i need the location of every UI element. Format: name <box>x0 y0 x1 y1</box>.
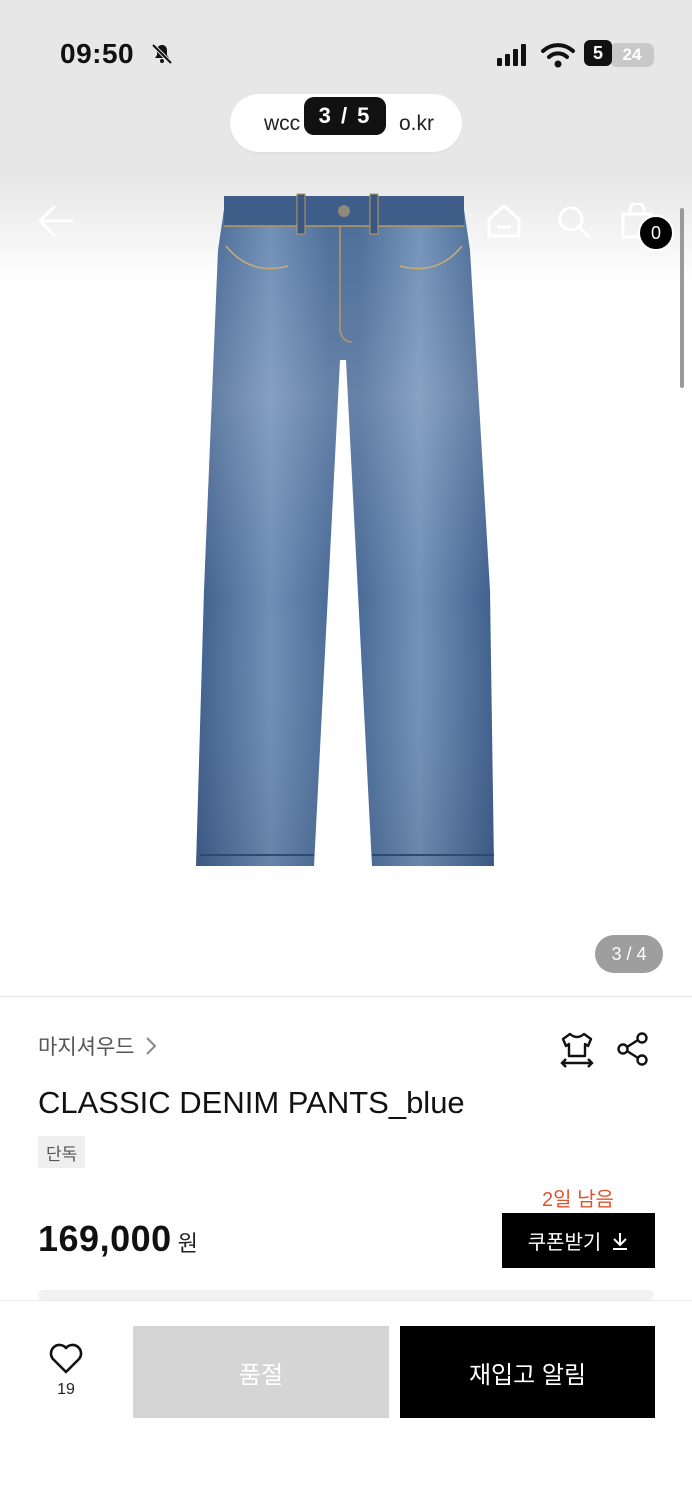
download-icon <box>613 1232 628 1250</box>
home-icon <box>487 204 521 238</box>
cart-count-badge: 0 <box>638 215 674 251</box>
exclusive-tag: 단독 <box>38 1136 86 1168</box>
brand-name: 마지셔우드 <box>38 1036 135 1059</box>
coupon-remaining-text: 2일 남음 <box>542 1189 614 1211</box>
bottom-action-bar: 19 품절 재입고 알림 <box>0 1300 692 1500</box>
share-button[interactable] <box>614 1030 652 1073</box>
bell-off-icon <box>150 42 174 71</box>
home-button[interactable] <box>485 203 523 244</box>
image-counter-badge: 3 / 4 <box>595 935 663 973</box>
coupon-download-button[interactable]: 쿠폰받기 <box>502 1213 655 1268</box>
status-time: 09:50 <box>60 38 135 69</box>
scrollbar[interactable] <box>680 208 684 388</box>
network-badge: 5 <box>584 40 612 66</box>
chevron-right-icon <box>145 1037 157 1055</box>
brand-link[interactable]: 마지셔우드 <box>38 1031 157 1061</box>
product-image-gallery[interactable]: 3 / 4 <box>0 176 692 996</box>
price-unit: 원 <box>177 1231 198 1256</box>
product-title: CLASSIC DENIM PANTS_blue <box>38 1085 465 1120</box>
back-button[interactable] <box>36 203 76 244</box>
page-counter-badge: 3 / 5 <box>304 97 386 135</box>
product-image-jeans <box>196 193 494 866</box>
tshirt-size-icon <box>560 1032 594 1068</box>
url-suffix: o.kr <box>398 112 434 135</box>
price: 169,000 원 <box>38 1218 198 1260</box>
url-prefix: wcc <box>264 112 301 135</box>
divider <box>0 996 692 997</box>
search-icon <box>558 206 591 239</box>
battery-icon: 24 <box>610 43 654 67</box>
search-button[interactable] <box>556 204 592 245</box>
soldout-button[interactable]: 품절 <box>133 1326 389 1418</box>
heart-icon <box>49 1343 83 1374</box>
wishlist-count: 19 <box>57 1381 75 1398</box>
battery-level: 24 <box>622 45 642 64</box>
wifi-icon <box>540 42 576 73</box>
restock-alert-button[interactable]: 재입고 알림 <box>400 1326 655 1418</box>
coupon-button-label: 쿠폰받기 <box>527 1232 602 1254</box>
price-value: 169,000 <box>38 1218 172 1259</box>
arrow-left-icon <box>38 205 74 237</box>
status-bar: 09:50 24 5 <box>0 0 692 90</box>
size-guide-button[interactable] <box>558 1030 596 1073</box>
section-strip <box>38 1290 654 1300</box>
share-icon <box>617 1032 648 1066</box>
wishlist-button[interactable]: 19 <box>40 1343 92 1407</box>
signal-icon <box>497 44 537 71</box>
